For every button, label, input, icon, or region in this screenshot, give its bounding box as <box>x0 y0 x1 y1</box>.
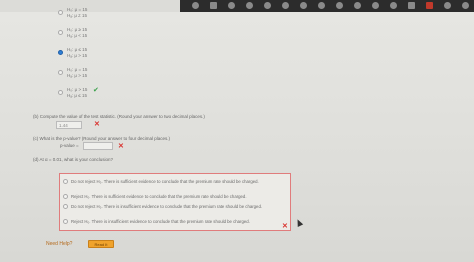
alt-hypothesis: Hₐ: μ ≤ 15 <box>67 92 87 98</box>
part-d-question: (d) At α = 0.01, what is your conclusion… <box>33 157 114 162</box>
extension-icon[interactable] <box>210 2 217 9</box>
radio-button-selected[interactable] <box>58 50 63 55</box>
mouse-cursor-icon <box>294 218 304 227</box>
conclusion-option-label: Reject H₀. There is sufficient evidence … <box>71 194 247 199</box>
wrong-x-icon: ✕ <box>94 121 100 128</box>
extension-icon[interactable] <box>426 2 433 9</box>
need-help-label: Need Help? <box>46 241 73 247</box>
profile-icon[interactable] <box>462 2 469 9</box>
hypothesis-option[interactable]: H₀: μ = 15 Hₐ: μ > 15 <box>58 64 138 84</box>
p-value-input[interactable] <box>83 142 113 150</box>
radio-button[interactable] <box>58 90 63 95</box>
conclusion-option-label: Do not reject H₀. There is sufficient ev… <box>71 179 259 184</box>
radio-button[interactable] <box>63 219 68 224</box>
radio-button[interactable] <box>63 179 68 184</box>
conclusion-option-label: Reject H₀. There is insufficient evidenc… <box>71 219 250 224</box>
extension-icon[interactable] <box>282 2 289 9</box>
p-value-label: p-value = <box>60 143 79 148</box>
radio-button[interactable] <box>58 30 63 35</box>
null-hypothesis: H₀: μ = 15 <box>67 7 88 12</box>
extension-icon[interactable] <box>336 2 343 9</box>
extension-icon[interactable] <box>318 2 325 9</box>
wrong-x-icon: ✕ <box>118 143 124 150</box>
extension-icon[interactable] <box>390 2 397 9</box>
alt-hypothesis: Hₐ: μ > 15 <box>67 52 88 58</box>
hypothesis-option[interactable]: H₀: μ ≤ 15 Hₐ: μ > 15 <box>58 44 138 64</box>
part-c-question: (c) What is the p-value? (Round your ans… <box>33 136 171 141</box>
radio-button[interactable] <box>58 70 63 75</box>
null-hypothesis: H₀: μ ≤ 15 <box>67 47 88 52</box>
extension-icon[interactable] <box>228 2 235 9</box>
extension-icon[interactable] <box>246 2 253 9</box>
read-it-button[interactable]: Read It <box>88 240 114 248</box>
extension-icon[interactable] <box>354 2 361 9</box>
question-page: H₀: μ = 15 Hₐ: μ ≠ 15 H₀: μ ≥ 15 Hₐ: μ < 1… <box>0 7 474 262</box>
null-hypothesis: H₀: μ > 15 <box>67 87 88 92</box>
hypothesis-option[interactable]: H₀: μ = 15 Hₐ: μ ≠ 15 <box>58 4 138 24</box>
conclusion-options-box: Do not reject H₀. There is sufficient ev… <box>59 173 291 231</box>
hypothesis-option[interactable]: H₀: μ ≥ 15 Hₐ: μ < 15 <box>58 24 138 44</box>
extension-icon[interactable] <box>192 2 199 9</box>
alt-hypothesis: Hₐ: μ < 15 <box>67 32 88 38</box>
radio-button[interactable] <box>63 194 68 199</box>
browser-toolbar <box>180 0 474 12</box>
extension-icon[interactable] <box>264 2 271 9</box>
correct-check-icon: ✔ <box>93 87 99 94</box>
test-statistic-input[interactable]: 1.44 <box>56 121 82 129</box>
conclusion-option-label: Do not reject H₀. There is insufficient … <box>71 204 263 209</box>
extension-icon[interactable] <box>300 2 307 9</box>
part-b-question: (b) Compute the value of the test statis… <box>33 114 205 119</box>
radio-button[interactable] <box>63 204 68 209</box>
null-hypothesis: H₀: μ ≥ 15 <box>67 27 88 32</box>
null-hypothesis: H₀: μ = 15 <box>67 67 88 72</box>
extension-icon[interactable] <box>372 2 379 9</box>
alt-hypothesis: Hₐ: μ ≠ 15 <box>67 12 87 18</box>
wrong-x-icon: ✕ <box>282 223 288 230</box>
extension-icon[interactable] <box>444 2 451 9</box>
extension-icon[interactable] <box>408 2 415 9</box>
radio-button[interactable] <box>58 10 63 15</box>
alt-hypothesis: Hₐ: μ > 15 <box>67 72 88 78</box>
